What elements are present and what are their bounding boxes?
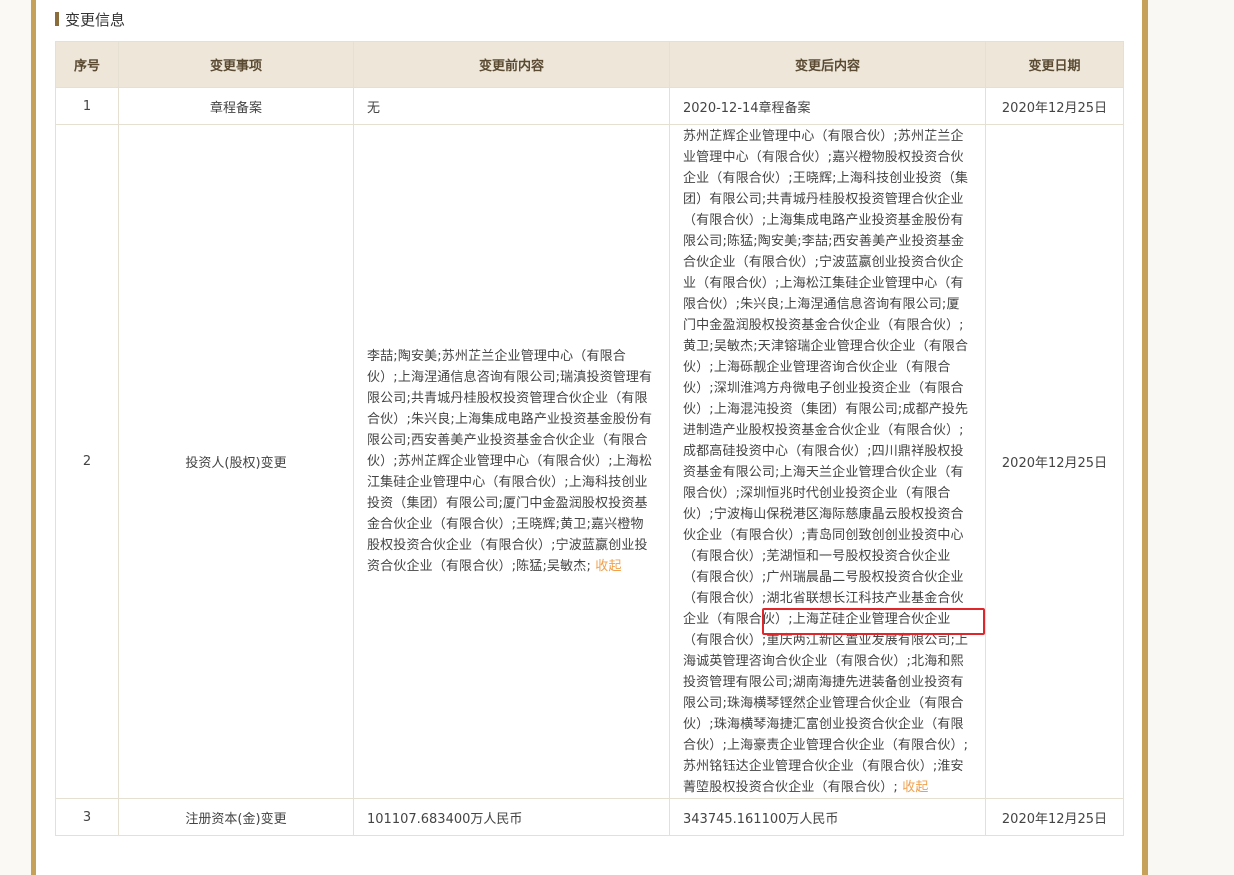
section-marker-icon bbox=[55, 12, 59, 26]
cell-item: 章程备案 bbox=[118, 87, 354, 125]
cell-date: 2020年12月25日 bbox=[985, 798, 1124, 836]
after-text-part2: 伙企业（有限合伙）;上海芷硅企业管理合伙企业（有限合伙）;重庆两江新区置业发展有… bbox=[683, 591, 969, 795]
cell-date: 2020年12月25日 bbox=[985, 87, 1124, 125]
cell-item: 注册资本(金)变更 bbox=[118, 798, 354, 836]
cell-no: 3 bbox=[55, 798, 119, 836]
header-before: 变更前内容 bbox=[353, 41, 670, 88]
cell-no: 2 bbox=[55, 124, 119, 799]
collapse-link[interactable]: 收起 bbox=[902, 780, 928, 795]
cell-item: 投资人(股权)变更 bbox=[118, 124, 354, 799]
after-text-highlight: 湖北省联想长江科技产业基金合 bbox=[766, 591, 951, 606]
page-background-left bbox=[0, 0, 31, 875]
table-row: 1 章程备案 无 2020-12-14章程备案 2020年12月25日 bbox=[55, 87, 1124, 125]
section-title: 变更信息 bbox=[65, 10, 126, 29]
table-header-row: 序号 变更事项 变更前内容 变更后内容 变更日期 bbox=[55, 41, 1124, 88]
collapse-link[interactable]: 收起 bbox=[595, 559, 621, 574]
after-content: 苏州芷辉企业管理中心（有限合伙）;苏州芷兰企业管理中心（有限合伙）;嘉兴橙物股权… bbox=[683, 125, 972, 798]
page-background-right bbox=[1148, 0, 1234, 875]
header-no: 序号 bbox=[55, 41, 119, 88]
header-date: 变更日期 bbox=[985, 41, 1124, 88]
header-item: 变更事项 bbox=[118, 41, 354, 88]
cell-before: 无 bbox=[353, 87, 670, 125]
after-text-part1: 苏州芷辉企业管理中心（有限合伙）;苏州芷兰企业管理中心（有限合伙）;嘉兴橙物股权… bbox=[683, 129, 969, 606]
header-after: 变更后内容 bbox=[669, 41, 986, 88]
change-info-table: 序号 变更事项 变更前内容 变更后内容 变更日期 1 章程备案 无 2020-1… bbox=[55, 41, 1124, 836]
cell-after: 2020-12-14章程备案 bbox=[669, 87, 986, 125]
before-content: 李喆;陶安美;苏州芷兰企业管理中心（有限合伙）;上海涅通信息咨询有限公司;瑞滇投… bbox=[367, 346, 656, 577]
cell-date: 2020年12月25日 bbox=[985, 124, 1124, 799]
section-header: 变更信息 bbox=[55, 8, 125, 30]
cell-after: 苏州芷辉企业管理中心（有限合伙）;苏州芷兰企业管理中心（有限合伙）;嘉兴橙物股权… bbox=[669, 124, 986, 799]
cell-before: 李喆;陶安美;苏州芷兰企业管理中心（有限合伙）;上海涅通信息咨询有限公司;瑞滇投… bbox=[353, 124, 670, 799]
table-row: 2 投资人(股权)变更 李喆;陶安美;苏州芷兰企业管理中心（有限合伙）;上海涅通… bbox=[55, 124, 1124, 799]
cell-before: 101107.683400万人民币 bbox=[353, 798, 670, 836]
cell-no: 1 bbox=[55, 87, 119, 125]
table-row: 3 注册资本(金)变更 101107.683400万人民币 343745.161… bbox=[55, 798, 1124, 836]
before-text: 李喆;陶安美;苏州芷兰企业管理中心（有限合伙）;上海涅通信息咨询有限公司;瑞滇投… bbox=[367, 349, 653, 574]
cell-after: 343745.161100万人民币 bbox=[669, 798, 986, 836]
